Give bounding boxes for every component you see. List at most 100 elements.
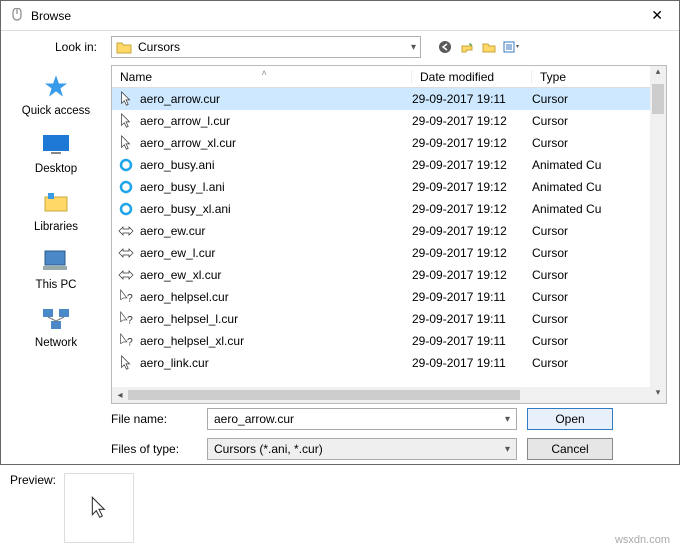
- file-date: 29-09-2017 19:12: [412, 180, 532, 194]
- file-date: 29-09-2017 19:11: [412, 312, 532, 326]
- quickaccess-icon: [40, 71, 72, 103]
- lookin-bar: Look in: Cursors ▾: [1, 31, 679, 63]
- file-icon: [118, 157, 134, 173]
- vertical-scrollbar[interactable]: ▴ ▾: [650, 66, 666, 403]
- file-row[interactable]: aero_ew_xl.cur 29-09-2017 19:12Cursor: [112, 264, 666, 286]
- network-icon: [40, 303, 72, 335]
- scroll-left-icon[interactable]: ◂: [112, 390, 128, 401]
- file-name: aero_helpsel_l.cur: [140, 312, 238, 326]
- places-bar: Quick access Desktop Libraries This PC N…: [1, 63, 111, 404]
- file-icon: [118, 201, 134, 217]
- open-button[interactable]: Open: [527, 408, 613, 430]
- scroll-up-icon[interactable]: ▴: [650, 66, 666, 82]
- back-icon[interactable]: [437, 39, 453, 55]
- filetype-select[interactable]: Cursors (*.ani, *.cur) ▾: [207, 438, 517, 460]
- place-network[interactable]: Network: [35, 303, 77, 349]
- svg-text:?: ?: [127, 292, 133, 304]
- hscroll-track[interactable]: [128, 390, 650, 400]
- col-name[interactable]: Name˄: [112, 70, 412, 84]
- file-date: 29-09-2017 19:11: [412, 290, 532, 304]
- file-icon: ?: [118, 311, 134, 327]
- file-type: Cursor: [532, 114, 666, 128]
- file-type: Cursor: [532, 136, 666, 150]
- file-row[interactable]: aero_link.cur29-09-2017 19:11Cursor: [112, 352, 666, 374]
- viewmenu-icon[interactable]: [503, 39, 519, 55]
- thispc-icon: [40, 245, 72, 277]
- svg-text:?: ?: [127, 336, 133, 348]
- col-date[interactable]: Date modified: [412, 70, 532, 84]
- file-icon: [118, 267, 134, 283]
- file-row[interactable]: aero_arrow.cur29-09-2017 19:11Cursor: [112, 88, 666, 110]
- filename-row: File name: aero_arrow.cur ▾ Open: [1, 404, 679, 434]
- file-type: Cursor: [532, 92, 666, 106]
- file-icon: ?: [118, 289, 134, 305]
- place-quickaccess[interactable]: Quick access: [22, 71, 90, 117]
- main-row: Quick access Desktop Libraries This PC N…: [1, 63, 679, 404]
- place-thispc[interactable]: This PC: [36, 245, 77, 291]
- file-name: aero_arrow_xl.cur: [140, 136, 236, 150]
- scroll-down-icon[interactable]: ▾: [650, 387, 666, 403]
- file-name: aero_ew_l.cur: [140, 246, 215, 260]
- file-row[interactable]: aero_ew_l.cur 29-09-2017 19:12Cursor: [112, 242, 666, 264]
- file-row[interactable]: ? aero_helpsel.cur 29-09-2017 19:11Cursor: [112, 286, 666, 308]
- preview-area: Preview:: [0, 465, 680, 543]
- filename-value: aero_arrow.cur: [214, 412, 505, 426]
- file-row[interactable]: aero_busy.ani29-09-2017 19:12Animated Cu: [112, 154, 666, 176]
- lookin-combo[interactable]: Cursors ▾: [111, 36, 421, 58]
- file-date: 29-09-2017 19:11: [412, 92, 532, 106]
- col-date-label: Date modified: [420, 70, 494, 84]
- col-type[interactable]: Type: [532, 70, 666, 84]
- title-icon: [9, 8, 25, 24]
- file-name: aero_helpsel_xl.cur: [140, 334, 244, 348]
- hscroll-thumb[interactable]: [128, 390, 520, 400]
- place-libraries[interactable]: Libraries: [34, 187, 78, 233]
- horizontal-scrollbar[interactable]: ◂ ▸: [112, 387, 666, 403]
- window-title: Browse: [31, 9, 643, 23]
- file-type: Cursor: [532, 268, 666, 282]
- file-date: 29-09-2017 19:12: [412, 202, 532, 216]
- file-type: Cursor: [532, 290, 666, 304]
- chevron-down-icon: ▾: [411, 42, 416, 53]
- up-icon[interactable]: [459, 39, 475, 55]
- place-desktop[interactable]: Desktop: [35, 129, 77, 175]
- scroll-thumb[interactable]: [652, 84, 664, 114]
- file-date: 29-09-2017 19:12: [412, 268, 532, 282]
- file-name: aero_arrow_l.cur: [140, 114, 230, 128]
- list-header: Name˄ Date modified Type: [112, 66, 666, 88]
- file-row[interactable]: aero_busy_l.ani 29-09-2017 19:12Animated …: [112, 176, 666, 198]
- titlebar: Browse ✕: [1, 1, 679, 31]
- folder-icon: [116, 40, 132, 54]
- file-row[interactable]: ?aero_helpsel_xl.cur29-09-2017 19:11Curs…: [112, 330, 666, 352]
- file-icon: [118, 223, 134, 239]
- sort-indicator-icon: ˄: [262, 68, 267, 78]
- file-type: Cursor: [532, 312, 666, 326]
- chevron-down-icon: ▾: [505, 444, 510, 455]
- file-type: Animated Cu: [532, 180, 666, 194]
- file-name: aero_ew_xl.cur: [140, 268, 221, 282]
- file-type: Cursor: [532, 246, 666, 260]
- file-list: Name˄ Date modified Type aero_arrow.cur2…: [111, 65, 667, 404]
- toolbar-icons: [437, 39, 519, 55]
- file-row[interactable]: ? aero_helpsel_l.cur 29-09-2017 19:11Curso…: [112, 308, 666, 330]
- newfolder-icon[interactable]: [481, 39, 497, 55]
- filename-label: File name:: [111, 412, 197, 426]
- file-row[interactable]: aero_arrow_l.cur29-09-2017 19:12Cursor: [112, 110, 666, 132]
- file-row[interactable]: aero_busy_xl.ani 29-09-2017 19:12Animated…: [112, 198, 666, 220]
- file-icon: [118, 245, 134, 261]
- file-type: Cursor: [532, 334, 666, 348]
- filetype-row: Files of type: Cursors (*.ani, *.cur) ▾ …: [1, 434, 679, 464]
- file-name: aero_busy_l.ani: [140, 180, 225, 194]
- file-row[interactable]: aero_ew.cur29-09-2017 19:12Cursor: [112, 220, 666, 242]
- file-name: aero_helpsel.cur: [140, 290, 229, 304]
- file-name: aero_ew.cur: [140, 224, 205, 238]
- file-name: aero_busy.ani: [140, 158, 215, 172]
- file-row[interactable]: aero_arrow_xl.cur29-09-2017 19:12Cursor: [112, 132, 666, 154]
- col-type-label: Type: [540, 70, 566, 84]
- cancel-button[interactable]: Cancel: [527, 438, 613, 460]
- filename-input[interactable]: aero_arrow.cur ▾: [207, 408, 517, 430]
- close-button[interactable]: ✕: [643, 7, 671, 24]
- file-date: 29-09-2017 19:12: [412, 246, 532, 260]
- file-type: Animated Cu: [532, 202, 666, 216]
- libraries-icon: [40, 187, 72, 219]
- file-name: aero_busy_xl.ani: [140, 202, 231, 216]
